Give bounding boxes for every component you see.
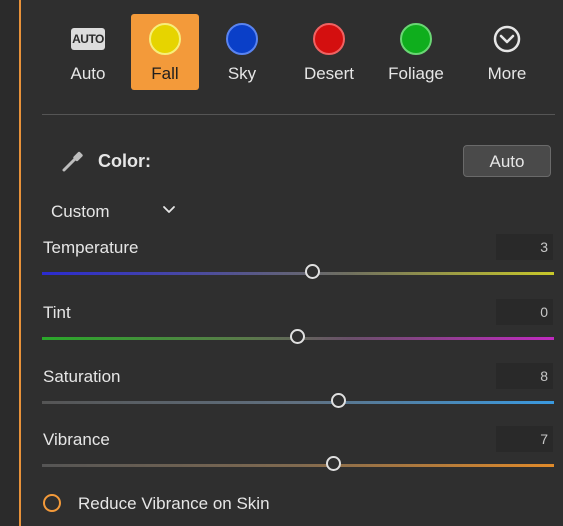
slider-thumb[interactable]: [290, 329, 305, 344]
preset-label: More: [487, 64, 527, 83]
color-panel: AUTO Auto Fall Sky Desert Foliage More C…: [21, 0, 563, 526]
red-circle-icon: [313, 23, 345, 55]
slider-track[interactable]: [42, 401, 554, 404]
slider-track[interactable]: [42, 464, 554, 467]
slider-thumb[interactable]: [330, 393, 346, 408]
preset-label: Fall: [151, 64, 179, 83]
yellow-circle-icon: [149, 23, 181, 55]
preset-sky[interactable]: Sky: [208, 14, 276, 90]
preset-label: Auto: [70, 64, 106, 83]
slider-value[interactable]: 8: [496, 363, 553, 389]
slider-value[interactable]: 7: [496, 426, 553, 452]
slider-thumb[interactable]: [305, 264, 321, 279]
auto-icon: AUTO: [71, 28, 105, 50]
preset-label: Sky: [227, 64, 257, 83]
preset-auto[interactable]: AUTO Auto: [54, 14, 122, 90]
preset-more[interactable]: More: [473, 14, 541, 90]
chevron-down-icon: [163, 206, 175, 213]
temperature-slider: Temperature 3: [21, 234, 563, 304]
blue-circle-icon: [226, 23, 258, 55]
slider-value[interactable]: 0: [496, 299, 553, 325]
left-gutter: [0, 0, 19, 526]
slider-label: Tint: [43, 303, 71, 322]
color-header: Color: Auto: [21, 140, 563, 185]
green-circle-icon: [400, 23, 432, 55]
saturation-slider: Saturation 8: [21, 363, 563, 433]
chevron-down-circle-icon: [493, 25, 521, 53]
preset-label: Foliage: [388, 64, 444, 83]
auto-color-button[interactable]: Auto: [463, 145, 551, 177]
slider-label: Vibrance: [43, 430, 110, 449]
section-divider: [42, 114, 555, 115]
slider-thumb[interactable]: [325, 456, 341, 471]
color-title: Color:: [98, 151, 151, 171]
preset-desert[interactable]: Desert: [295, 14, 363, 90]
slider-label: Temperature: [43, 238, 139, 257]
preset-foliage[interactable]: Foliage: [382, 14, 450, 90]
slider-label: Saturation: [43, 367, 121, 386]
preset-row: AUTO Auto Fall Sky Desert Foliage More: [21, 0, 563, 100]
dropdown-label: Custom: [51, 202, 110, 221]
slider-track[interactable]: [42, 272, 554, 275]
radio-circle-icon[interactable]: [43, 494, 61, 512]
eyedropper-icon[interactable]: [61, 149, 85, 173]
vibrance-slider: Vibrance 7: [21, 426, 563, 496]
preset-label: Desert: [303, 64, 355, 83]
tint-slider: Tint 0: [21, 299, 563, 369]
reduce-vibrance-label: Reduce Vibrance on Skin: [78, 494, 270, 513]
preset-fall[interactable]: Fall: [131, 14, 199, 90]
slider-value[interactable]: 3: [496, 234, 553, 260]
